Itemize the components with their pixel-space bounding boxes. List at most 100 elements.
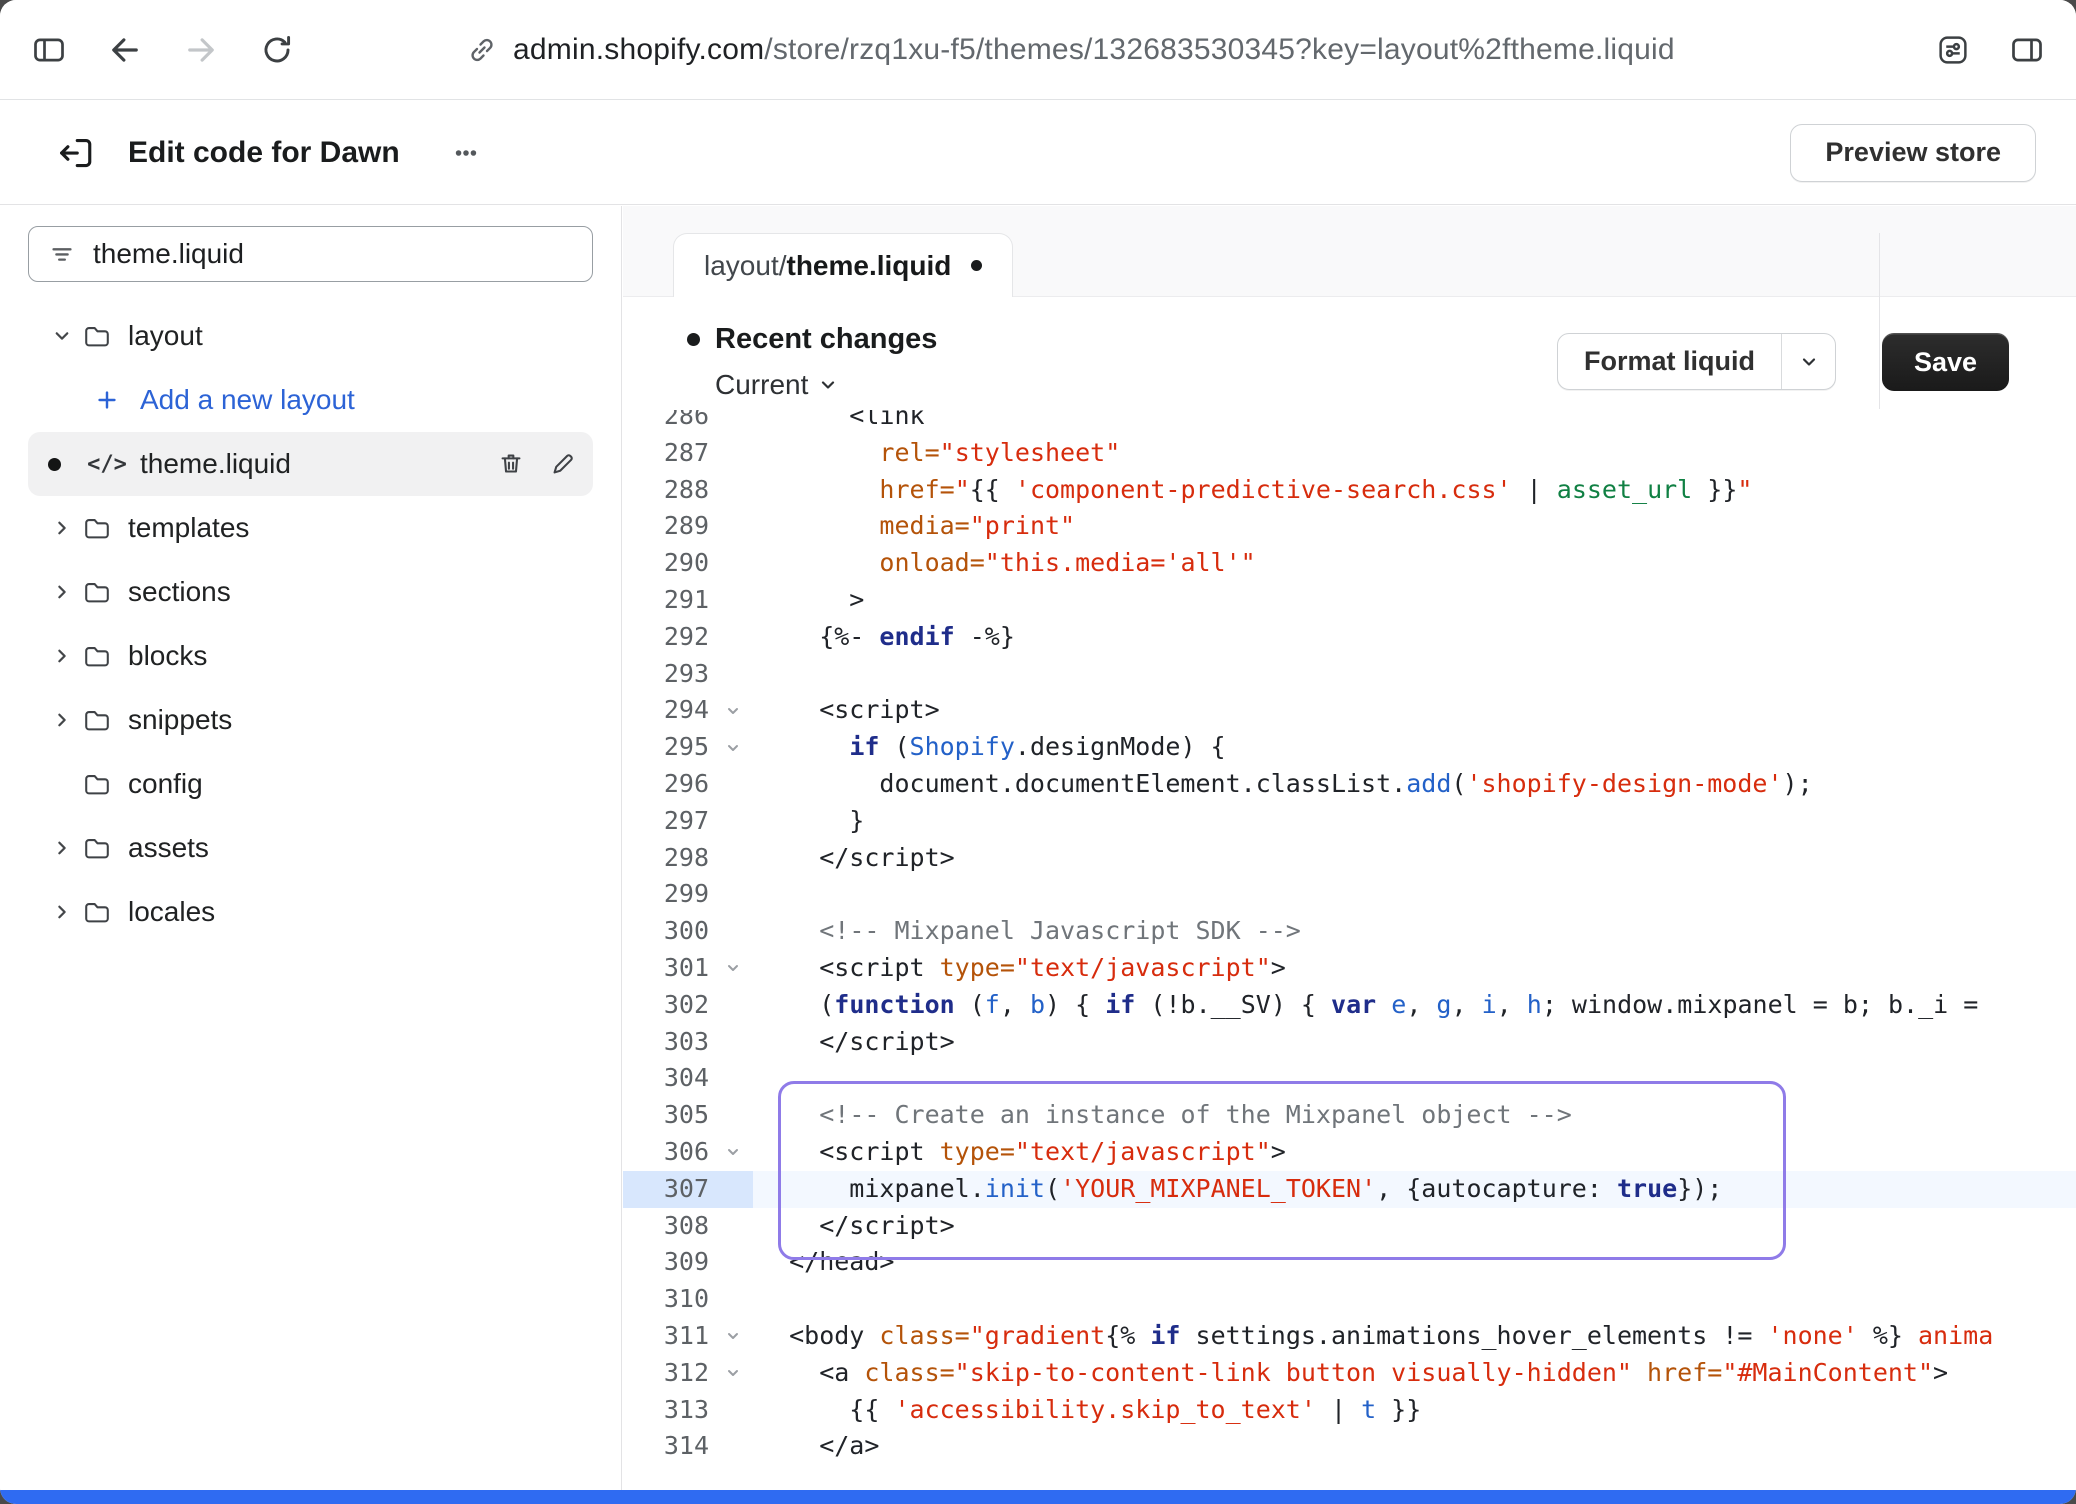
line-number[interactable]: 288 — [623, 472, 713, 509]
line-number[interactable]: 308 — [623, 1208, 713, 1245]
code-line[interactable]: 286 <link — [623, 410, 2076, 435]
line-number[interactable]: 311 — [623, 1318, 713, 1355]
sidebar-item-locales[interactable]: locales — [28, 880, 593, 944]
format-options-chevron[interactable] — [1781, 334, 1835, 389]
chevron-right-icon[interactable] — [44, 514, 80, 542]
line-number[interactable]: 291 — [623, 582, 713, 619]
code-line[interactable]: 288 href="{{ 'component-predictive-searc… — [623, 472, 2076, 509]
code-line[interactable]: 287 rel="stylesheet" — [623, 435, 2076, 472]
fold-chevron-icon[interactable] — [713, 950, 753, 987]
trash-icon[interactable] — [493, 444, 529, 484]
fold-chevron-icon[interactable] — [713, 692, 753, 729]
back-icon[interactable] — [102, 27, 148, 73]
line-number[interactable]: 301 — [623, 950, 713, 987]
panel-toggle-icon[interactable] — [2004, 27, 2050, 73]
line-number[interactable]: 293 — [623, 656, 713, 693]
fold-chevron-icon[interactable] — [713, 1355, 753, 1392]
code-line[interactable]: 291 > — [623, 582, 2076, 619]
file-search-input[interactable] — [93, 238, 574, 270]
line-number[interactable]: 313 — [623, 1392, 713, 1429]
line-number[interactable]: 297 — [623, 803, 713, 840]
sidebar-item-theme-liquid[interactable]: </>theme.liquid — [28, 432, 593, 496]
fold-chevron-icon[interactable] — [713, 1318, 753, 1355]
code-line[interactable]: 298 </script> — [623, 840, 2076, 877]
code-line[interactable]: 311 <body class="gradient{% if settings.… — [623, 1318, 2076, 1355]
reload-icon[interactable] — [254, 27, 300, 73]
code-line[interactable]: 297 } — [623, 803, 2076, 840]
line-number[interactable]: 304 — [623, 1060, 713, 1097]
extensions-icon[interactable] — [1930, 27, 1976, 73]
code-line[interactable]: 301 <script type="text/javascript"> — [623, 950, 2076, 987]
fold-chevron-icon[interactable] — [713, 729, 753, 766]
code-line[interactable]: 307 mixpanel.init('YOUR_MIXPANEL_TOKEN',… — [623, 1171, 2076, 1208]
chevron-right-icon[interactable] — [44, 898, 80, 926]
code-line[interactable]: 304 — [623, 1060, 2076, 1097]
line-number[interactable]: 312 — [623, 1355, 713, 1392]
line-number[interactable]: 287 — [623, 435, 713, 472]
code-line[interactable]: 302 (function (f, b) { if (!b.__SV) { va… — [623, 987, 2076, 1024]
sidebar-toggle-icon[interactable] — [26, 27, 72, 73]
chevron-right-icon[interactable] — [44, 706, 80, 734]
line-number[interactable]: 303 — [623, 1024, 713, 1061]
sidebar-item-snippets[interactable]: snippets — [28, 688, 593, 752]
sidebar-item-templates[interactable]: templates — [28, 496, 593, 560]
line-number[interactable]: 294 — [623, 692, 713, 729]
sidebar-item-config[interactable]: config — [28, 752, 593, 816]
code-line[interactable]: 289 media="print" — [623, 508, 2076, 545]
sidebar-item-sections[interactable]: sections — [28, 560, 593, 624]
chevron-right-icon[interactable] — [44, 578, 80, 606]
code-line[interactable]: 314 </a> — [623, 1428, 2076, 1465]
line-number[interactable]: 306 — [623, 1134, 713, 1171]
code-line[interactable]: 313 {{ 'accessibility.skip_to_text' | t … — [623, 1392, 2076, 1429]
exit-code-editor-button[interactable] — [52, 129, 100, 177]
sidebar-item-layout[interactable]: layout — [28, 304, 593, 368]
line-number[interactable]: 286 — [623, 410, 713, 435]
code-line[interactable]: 310 — [623, 1281, 2076, 1318]
code-line[interactable]: 290 onload="this.media='all'" — [623, 545, 2076, 582]
sidebar-item-add-a-new-layout[interactable]: Add a new layout — [28, 368, 593, 432]
format-liquid-button[interactable]: Format liquid — [1557, 333, 1836, 390]
sidebar-item-assets[interactable]: assets — [28, 816, 593, 880]
pencil-icon[interactable] — [545, 444, 581, 484]
line-number[interactable]: 305 — [623, 1097, 713, 1134]
line-number[interactable]: 292 — [623, 619, 713, 656]
code-line[interactable]: 309 </head> — [623, 1244, 2076, 1281]
line-number[interactable]: 300 — [623, 913, 713, 950]
line-number[interactable]: 314 — [623, 1428, 713, 1465]
fold-chevron-icon[interactable] — [713, 1134, 753, 1171]
line-number[interactable]: 290 — [623, 545, 713, 582]
code-line[interactable]: 295 if (Shopify.designMode) { — [623, 729, 2076, 766]
version-selector[interactable]: Current — [715, 369, 838, 401]
code-line[interactable]: 292 {%- endif -%} — [623, 619, 2076, 656]
more-options-button[interactable] — [444, 131, 488, 175]
line-number[interactable]: 299 — [623, 876, 713, 913]
line-number[interactable]: 307 — [623, 1171, 713, 1208]
code-line[interactable]: 300 <!-- Mixpanel Javascript SDK --> — [623, 913, 2076, 950]
chevron-right-icon[interactable] — [44, 834, 80, 862]
line-number[interactable]: 295 — [623, 729, 713, 766]
chevron-right-icon[interactable] — [44, 642, 80, 670]
code-editor[interactable]: 286 <link287 rel="stylesheet"288 href="{… — [623, 410, 2076, 1490]
code-line[interactable]: 299 — [623, 876, 2076, 913]
code-line[interactable]: 303 </script> — [623, 1024, 2076, 1061]
line-number[interactable]: 309 — [623, 1244, 713, 1281]
code-line[interactable]: 308 </script> — [623, 1208, 2076, 1245]
save-button[interactable]: Save — [1882, 333, 2009, 391]
line-number[interactable]: 298 — [623, 840, 713, 877]
code-line[interactable]: 306 <script type="text/javascript"> — [623, 1134, 2076, 1171]
sidebar-item-blocks[interactable]: blocks — [28, 624, 593, 688]
address-bar[interactable]: admin.shopify.com/store/rzq1xu-f5/themes… — [466, 0, 1675, 100]
line-number[interactable]: 289 — [623, 508, 713, 545]
forward-icon[interactable] — [178, 27, 224, 73]
tab-layout-theme-liquid[interactable]: layout/theme.liquid — [673, 233, 1013, 297]
code-line[interactable]: 312 <a class="skip-to-content-link butto… — [623, 1355, 2076, 1392]
line-number[interactable]: 302 — [623, 987, 713, 1024]
code-line[interactable]: 296 document.documentElement.classList.a… — [623, 766, 2076, 803]
preview-store-button[interactable]: Preview store — [1790, 124, 2036, 182]
chevron-down-icon[interactable] — [44, 322, 80, 350]
line-number[interactable]: 310 — [623, 1281, 713, 1318]
code-line[interactable]: 294 <script> — [623, 692, 2076, 729]
code-line[interactable]: 305 <!-- Create an instance of the Mixpa… — [623, 1097, 2076, 1134]
line-number[interactable]: 296 — [623, 766, 713, 803]
code-line[interactable]: 293 — [623, 656, 2076, 693]
